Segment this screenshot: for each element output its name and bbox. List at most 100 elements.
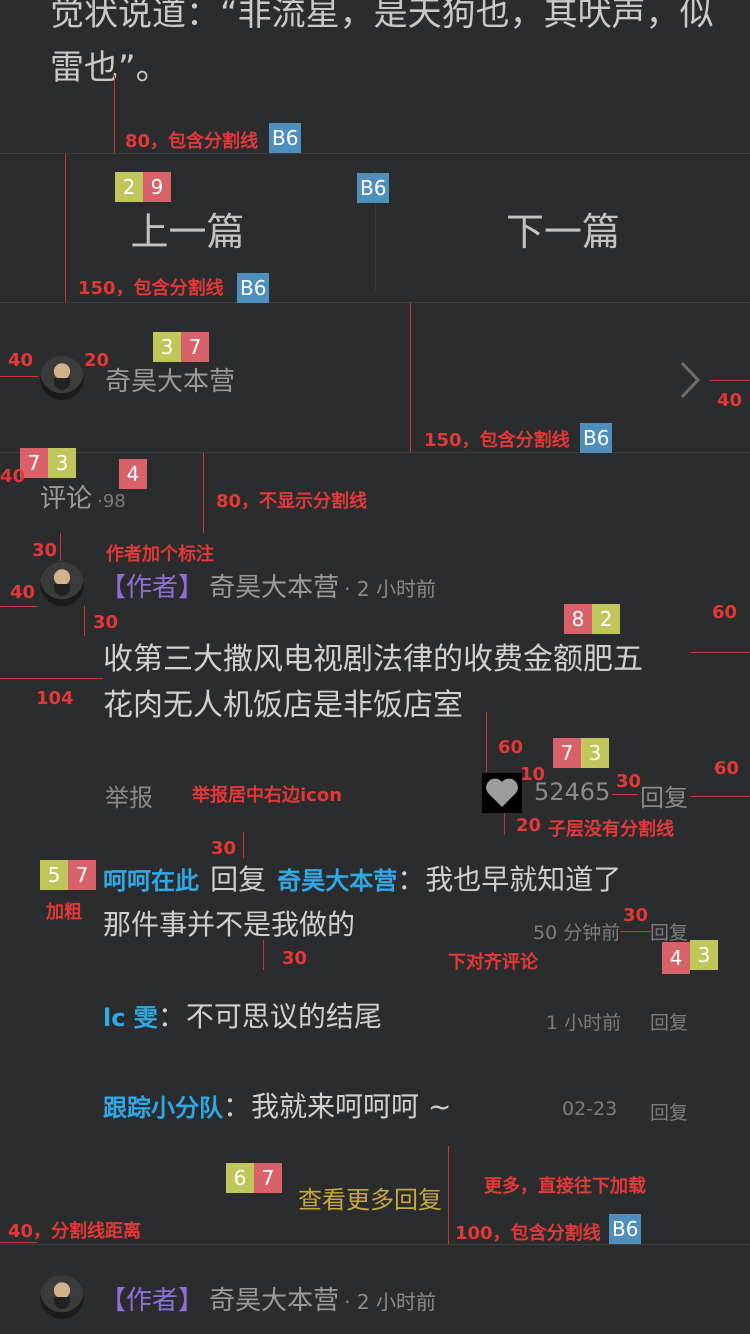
annotation-label: 40，分割线距离 — [8, 1221, 142, 1242]
commenter-name[interactable]: 奇昊大本营 — [209, 1286, 339, 1316]
comments-header: 评论 ·98 — [40, 478, 126, 515]
reply-username[interactable]: 呵呵在此 — [103, 867, 199, 895]
annotation-label: 150，包含分割线 — [78, 278, 224, 299]
annotation-label: 30 — [211, 838, 237, 859]
commenter-avatar[interactable] — [40, 562, 84, 606]
badge-digit: 2 — [115, 172, 143, 202]
commenter-name[interactable]: 奇昊大本营 — [209, 573, 339, 603]
annotation-line — [0, 678, 103, 679]
annotation-label: 20 — [516, 815, 542, 836]
comment-text-line1: 收第三大撒风电视剧法律的收费金额肥五 — [103, 642, 643, 677]
reply-colon: ： — [157, 1000, 186, 1033]
badge-digit: 8 — [564, 604, 592, 634]
annotation-label: 加粗 — [46, 902, 82, 923]
annotation-label: 30 — [623, 905, 649, 926]
reply-username[interactable]: lc 雯 — [103, 1004, 158, 1032]
reply-button[interactable]: 回复 — [640, 778, 688, 813]
annotation-line — [65, 154, 66, 302]
annotation-label: 30 — [616, 771, 642, 792]
article-text-line1: 觉状说道：“非流星，是天狗也，其吠声，似 — [50, 0, 714, 34]
author-name: 奇昊大本营 — [105, 367, 236, 397]
annotation-label: 60 — [712, 602, 738, 623]
annotation-label: 举报居中右边icon — [192, 785, 343, 806]
commenter-avatar[interactable] — [40, 1275, 84, 1319]
annotation-label: 20 — [84, 350, 110, 371]
annotation-line — [448, 1146, 449, 1244]
annotation-label: 60 — [714, 758, 740, 779]
comment-meta: 【作者】 奇昊大本营 · 2 小时前 — [100, 567, 436, 604]
reply-target-username[interactable]: 奇昊大本营 — [277, 867, 397, 895]
article-text-line2: 雷也”。 — [50, 48, 170, 88]
annotation-label: 30 — [32, 540, 58, 561]
annotation-badge: 43 — [662, 940, 718, 974]
author-row[interactable]: 奇昊大本营 — [0, 303, 750, 451]
annotation-line — [410, 303, 411, 452]
annotation-line — [263, 940, 264, 970]
annotation-label: 104 — [36, 688, 74, 709]
annotation-label: 60 — [498, 737, 524, 758]
annotation-badge: B6 — [580, 423, 613, 453]
annotation-line — [0, 606, 38, 607]
badge-digit: 9 — [143, 172, 171, 202]
reply-item: 跟踪小分队：我就来呵呵呵 ~ — [103, 1085, 451, 1125]
annotation-badge: 29 — [115, 172, 171, 202]
annotation-line — [690, 652, 750, 653]
annotation-label: 更多，直接往下加载 — [484, 1176, 646, 1197]
reply-mid-text: 回复 — [210, 863, 267, 896]
divider — [0, 452, 750, 453]
reply-text: 我也早就知道了 — [425, 863, 622, 896]
annotation-badge: 82 — [564, 604, 620, 634]
badge-digit: 3 — [581, 738, 609, 768]
annotation-line — [612, 794, 638, 795]
reply-item: lc 雯：不可思议的结尾 — [103, 995, 382, 1035]
badge-digit: 4 — [662, 942, 690, 974]
annotation-label: 80，包含分割线 — [125, 131, 259, 152]
author-tag: 【作者】 — [100, 1286, 205, 1316]
annotation-line — [243, 832, 244, 858]
annotation-line — [60, 533, 61, 561]
reply-reply-button[interactable]: 回复 — [650, 1098, 688, 1125]
annotation-badge: 73 — [553, 738, 609, 768]
annotation-line — [0, 376, 38, 377]
annotation-line — [504, 813, 505, 835]
comment-text-line2: 花肉无人机饭店是非饭店室 — [103, 688, 463, 723]
annotation-badge: B6 — [237, 273, 270, 303]
reply-colon: ： — [223, 1090, 252, 1123]
annotation-badge: B6 — [609, 1214, 642, 1244]
reply-time: 02-23 — [562, 1098, 618, 1120]
badge-digit: 7 — [553, 738, 581, 768]
reply-username[interactable]: 跟踪小分队 — [103, 1094, 223, 1122]
reply-time: 1 小时前 — [546, 1012, 622, 1034]
more-replies-button[interactable]: 查看更多回复 — [298, 1180, 442, 1215]
badge-digit: 6 — [226, 1163, 254, 1193]
annotation-label: 100，包含分割线 — [455, 1223, 601, 1244]
author-avatar — [40, 356, 84, 400]
annotation-line — [620, 931, 650, 932]
next-article-button[interactable]: 下一篇 — [376, 154, 750, 302]
badge-digit: 7 — [68, 860, 96, 890]
heart-icon[interactable] — [482, 773, 522, 813]
badge-digit: 5 — [40, 860, 68, 890]
annotation-badge: 4 — [119, 459, 147, 489]
annotation-label: 40 — [8, 350, 34, 371]
reply-time: 50 分钟前 — [533, 922, 621, 944]
reply-reply-button[interactable]: 回复 — [650, 1008, 688, 1035]
annotation-label: 80，不显示分割线 — [216, 491, 368, 512]
annotation-label: 下对齐评论 — [448, 952, 538, 973]
annotation-label: 40 — [717, 390, 743, 411]
reply-text-continued: 那件事并不是我做的 — [103, 908, 356, 941]
badge-digit: 3 — [690, 940, 718, 970]
comment-time: · 2 小时前 — [344, 1290, 437, 1314]
annotation-line — [690, 796, 750, 797]
report-button[interactable]: 举报 — [105, 778, 153, 813]
annotation-line — [84, 606, 85, 636]
prev-article-label: 上一篇 — [130, 209, 245, 254]
reply-text: 我就来呵呵呵 ~ — [251, 1090, 452, 1123]
annotation-badge: B6 — [357, 173, 390, 203]
annotation-label: 作者加个标注 — [106, 544, 214, 565]
annotation-badge: 37 — [153, 332, 209, 362]
annotation-badge: 73 — [20, 448, 76, 478]
like-count: 52465 — [534, 778, 611, 806]
badge-digit: 4 — [119, 459, 147, 489]
comment-time: · 2 小时前 — [344, 577, 437, 601]
